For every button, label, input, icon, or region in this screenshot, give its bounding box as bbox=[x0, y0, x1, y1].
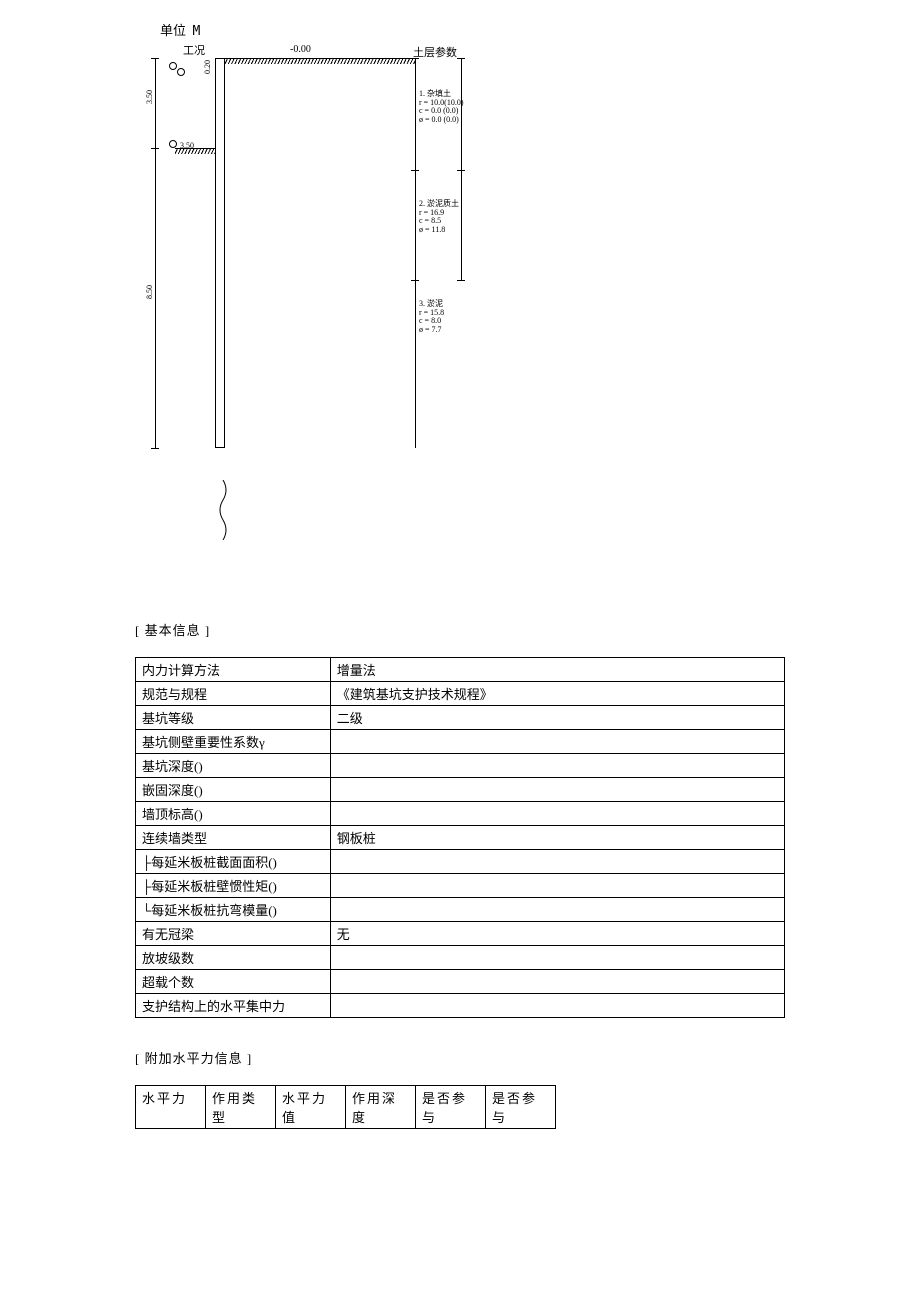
table-row: 连续墙类型钢板桩 bbox=[136, 826, 785, 850]
table-row: 基坑侧壁重要性系数γ bbox=[136, 730, 785, 754]
dim-tick-2 bbox=[151, 148, 159, 149]
table-row: ├每延米板桩壁惯性矩() bbox=[136, 874, 785, 898]
table-row: 规范与规程《建筑基坑支护技术规程》 bbox=[136, 682, 785, 706]
row-value bbox=[330, 994, 784, 1018]
marker-1 bbox=[169, 62, 177, 70]
r-tick-3 bbox=[411, 280, 419, 281]
table-row: 有无冠梁无 bbox=[136, 922, 785, 946]
basic-info-heading: [ 基本信息 ] bbox=[135, 620, 785, 639]
table-row: 超载个数 bbox=[136, 970, 785, 994]
row-label: 基坑等级 bbox=[136, 706, 331, 730]
left-dimension-line bbox=[155, 58, 156, 448]
dim-8-50: 8.50 bbox=[145, 285, 154, 299]
row-label: 有无冠梁 bbox=[136, 922, 331, 946]
row-value: 无 bbox=[330, 922, 784, 946]
marker-2 bbox=[177, 68, 185, 76]
row-label: 规范与规程 bbox=[136, 682, 331, 706]
horizontal-force-heading: [ 附加水平力信息 ] bbox=[135, 1048, 785, 1067]
table-row: 放坡级数 bbox=[136, 946, 785, 970]
r-tick-3b bbox=[457, 280, 465, 281]
wavy-line bbox=[215, 480, 231, 540]
small-dim: 0.20 bbox=[203, 60, 212, 74]
layer1-phi: ø = 0.0 (0.0) bbox=[419, 115, 459, 124]
diagram-container: 单位 M 工况 -0.00 土层参数 3.50 0.20 bbox=[135, 20, 785, 580]
dim-3-50: 3.50 bbox=[145, 90, 154, 104]
header-cell: 是否参与 bbox=[486, 1086, 556, 1129]
wall-section bbox=[215, 58, 225, 448]
r-tick-1 bbox=[411, 58, 419, 59]
row-value bbox=[330, 802, 784, 826]
row-value bbox=[330, 778, 784, 802]
header-cell: 是否参与 bbox=[416, 1086, 486, 1129]
header-cell: 水平力值 bbox=[276, 1086, 346, 1129]
soil-params-label: 土层参数 bbox=[413, 44, 457, 60]
row-value: 《建筑基坑支护技术规程》 bbox=[330, 682, 784, 706]
row-label: ├每延米板桩截面面积() bbox=[136, 850, 331, 874]
layer2-c: c = 8.5 bbox=[419, 216, 441, 225]
row-label: 嵌固深度() bbox=[136, 778, 331, 802]
row-label: 超载个数 bbox=[136, 970, 331, 994]
row-value bbox=[330, 946, 784, 970]
layer3-c: c = 8.0 bbox=[419, 316, 441, 325]
r-tick-2 bbox=[411, 170, 419, 171]
dim-tick-1 bbox=[151, 58, 159, 59]
excavation-diagram: 单位 M 工况 -0.00 土层参数 3.50 0.20 bbox=[135, 20, 785, 580]
layer3-phi: ø = 7.7 bbox=[419, 325, 442, 334]
table-row: 基坑等级二级 bbox=[136, 706, 785, 730]
row-value bbox=[330, 754, 784, 778]
row-value bbox=[330, 730, 784, 754]
row-value bbox=[330, 898, 784, 922]
row-label: 墙顶标高() bbox=[136, 802, 331, 826]
layer1-c: c = 0.0 (0.0) bbox=[419, 106, 458, 115]
header-cell: 作用类型 bbox=[206, 1086, 276, 1129]
header-cell: 作用深度 bbox=[346, 1086, 416, 1129]
unit-label: 单位 M bbox=[160, 20, 200, 39]
row-value: 二级 bbox=[330, 706, 784, 730]
dim-tick-3 bbox=[151, 448, 159, 449]
layer2-phi: ø = 11.8 bbox=[419, 225, 445, 234]
row-value bbox=[330, 970, 784, 994]
r-tick-2b bbox=[457, 170, 465, 171]
row-label: ├每延米板桩壁惯性矩() bbox=[136, 874, 331, 898]
header-cell: 水平力 bbox=[136, 1086, 206, 1129]
row-label: 支护结构上的水平集中力 bbox=[136, 994, 331, 1018]
row-label: └每延米板桩抗弯模量() bbox=[136, 898, 331, 922]
table-row: 嵌固深度() bbox=[136, 778, 785, 802]
r-tick-1b bbox=[457, 58, 465, 59]
row-value bbox=[330, 874, 784, 898]
row-value: 钢板桩 bbox=[330, 826, 784, 850]
table-row: 基坑深度() bbox=[136, 754, 785, 778]
basic-info-table: 内力计算方法增量法规范与规程《建筑基坑支护技术规程》基坑等级二级基坑侧壁重要性系… bbox=[135, 657, 785, 1018]
row-value bbox=[330, 850, 784, 874]
row-value: 增量法 bbox=[330, 658, 784, 682]
horizontal-force-table: 水平力作用类型水平力值作用深度是否参与是否参与 bbox=[135, 1085, 556, 1129]
row-label: 连续墙类型 bbox=[136, 826, 331, 850]
marker-3 bbox=[169, 140, 177, 148]
ground-hatch-top bbox=[225, 58, 415, 64]
right-param-line-2 bbox=[461, 58, 462, 280]
table-row: ├每延米板桩截面面积() bbox=[136, 850, 785, 874]
excavation-depth-label: 3.50 bbox=[180, 141, 194, 150]
row-label: 基坑侧壁重要性系数γ bbox=[136, 730, 331, 754]
table-row: 支护结构上的水平集中力 bbox=[136, 994, 785, 1018]
table-row: └每延米板桩抗弯模量() bbox=[136, 898, 785, 922]
ground-elevation: -0.00 bbox=[290, 44, 311, 55]
table-row: 内力计算方法增量法 bbox=[136, 658, 785, 682]
row-label: 放坡级数 bbox=[136, 946, 331, 970]
table-row: 墙顶标高() bbox=[136, 802, 785, 826]
condition-label: 工况 bbox=[183, 42, 205, 58]
right-param-line bbox=[415, 58, 416, 448]
row-label: 内力计算方法 bbox=[136, 658, 331, 682]
row-label: 基坑深度() bbox=[136, 754, 331, 778]
